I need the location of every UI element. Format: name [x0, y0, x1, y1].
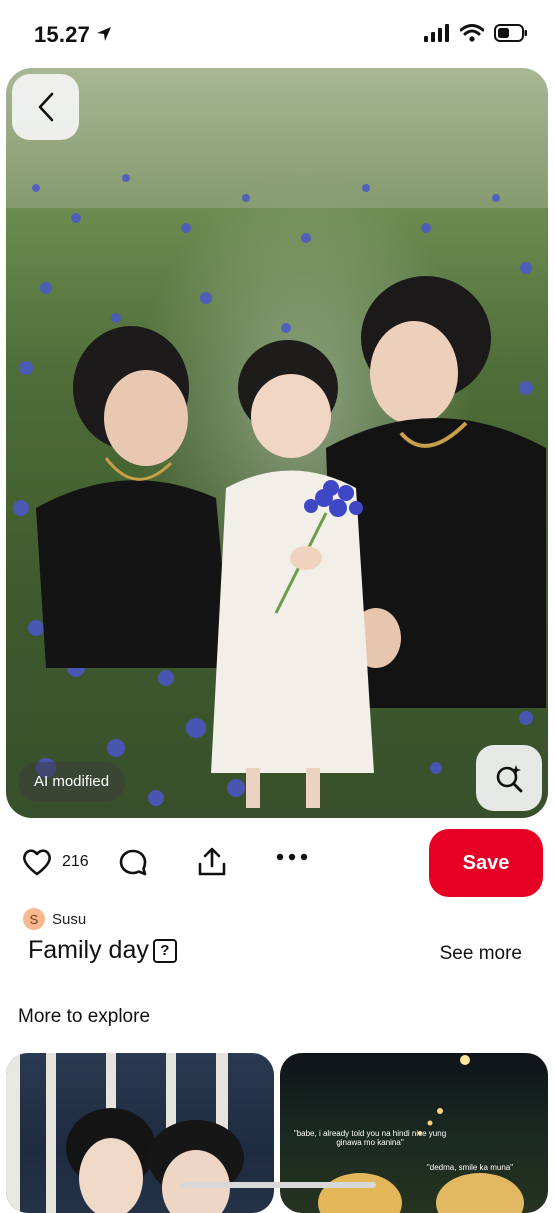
status-icons [424, 24, 528, 42]
avatar: S [23, 908, 45, 930]
pin-title-row: Family day ? [28, 936, 177, 965]
home-indicator[interactable] [180, 1182, 376, 1188]
lens-sparkle-icon [496, 765, 523, 793]
share-button[interactable] [196, 846, 228, 878]
more-options-button[interactable] [276, 852, 308, 862]
chevron-left-icon [38, 92, 53, 122]
explore-card-1-image [6, 1053, 244, 1213]
explore-card-2-caption-2: "dedma, smile ka muna" [426, 1163, 514, 1172]
location-arrow-icon [97, 27, 111, 41]
like-count: 216 [62, 853, 89, 870]
back-button[interactable] [12, 74, 79, 140]
see-more-link[interactable]: See more [440, 943, 522, 965]
pin-image[interactable] [6, 68, 548, 818]
cellular-signal-icon [424, 24, 449, 42]
like-button[interactable]: 216 [22, 848, 89, 876]
explore-card-2[interactable]: "babe, i already told you na hindi nice … [280, 1053, 548, 1213]
explore-card-1[interactable] [6, 1053, 274, 1213]
author-name: Susu [52, 910, 87, 928]
comment-button[interactable] [118, 848, 148, 878]
heart-icon [23, 849, 51, 876]
ai-modified-badge[interactable]: AI modified [18, 762, 126, 802]
ellipsis-icon [276, 853, 308, 861]
more-to-explore-heading: More to explore [18, 1006, 151, 1027]
save-button[interactable]: Save [429, 829, 543, 897]
wifi-icon [460, 24, 484, 42]
explore-card-2-caption-1: "babe, i already told you na hindi nice … [293, 1129, 447, 1147]
status-bar: 15.27 [0, 0, 554, 68]
pin-author[interactable]: S Susu [23, 908, 86, 930]
visual-search-button[interactable] [476, 745, 542, 811]
comment-icon [119, 849, 147, 876]
share-upload-icon [198, 847, 226, 876]
pin-title: Family day [28, 936, 149, 964]
pin-photo-illustration [6, 68, 548, 808]
title-help-button[interactable]: ? [152, 938, 177, 963]
pin-actions: 216 Save [0, 828, 554, 898]
status-time: 15.27 [34, 22, 91, 47]
battery-icon [494, 24, 527, 42]
